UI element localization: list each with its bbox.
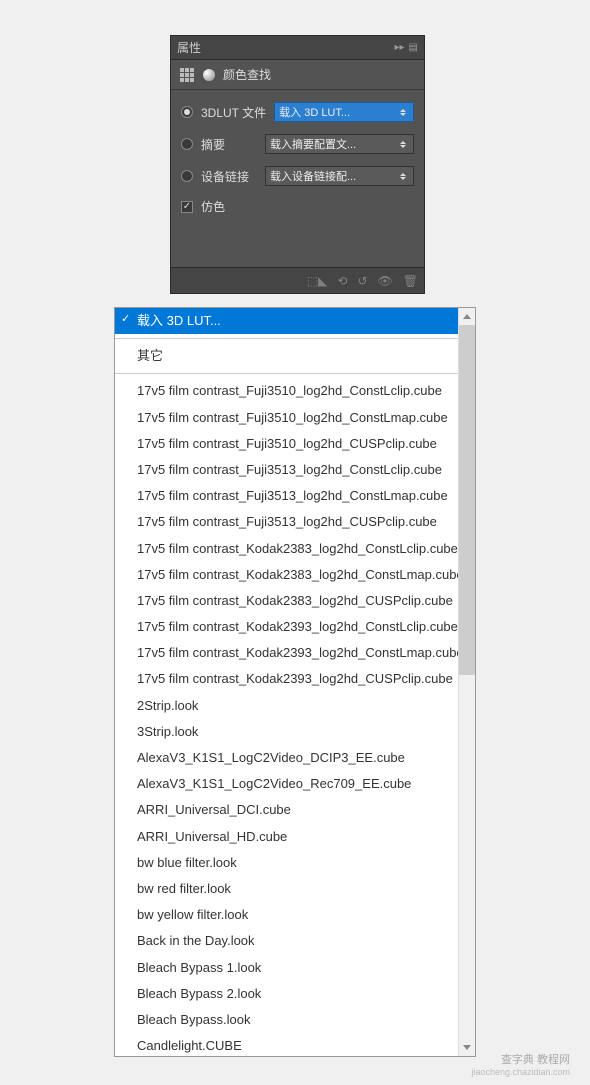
dropdown-devicelink[interactable]: 载入设备链接配... [265,166,414,186]
clip-icon[interactable]: ⬚◣ [307,274,328,288]
list-item-other[interactable]: 其它 [115,343,458,369]
list-item[interactable]: 17v5 film contrast_Kodak2383_log2hd_Cons… [115,536,458,562]
watermark: 查字典 教程网 jiaocheng.chazidian.com [471,1051,570,1077]
panel-subheader: 颜色查找 [171,60,424,90]
list-item[interactable]: bw yellow filter.look [115,902,458,928]
chevron-up-icon [463,314,471,319]
grid-icon [179,67,195,83]
list-item[interactable]: 17v5 film contrast_Kodak2393_log2hd_CUSP… [115,666,458,692]
dropdown-abstract[interactable]: 载入摘要配置文... [265,134,414,154]
chevron-updown-icon [397,141,409,148]
scroll-thumb[interactable] [459,325,475,675]
option-devicelink: 设备链接 载入设备链接配... [181,166,414,186]
list-item[interactable]: ARRI_Universal_DCI.cube [115,797,458,823]
panel-header: 属性 ▸▸ ▤ [171,36,424,60]
list-item[interactable]: AlexaV3_K1S1_LogC2Video_Rec709_EE.cube [115,771,458,797]
list-item[interactable]: Candlelight.CUBE [115,1033,458,1056]
radio-abstract[interactable] [181,138,193,150]
list-item[interactable]: Bleach Bypass.look [115,1007,458,1033]
option-3dlut: 3DLUT 文件 载入 3D LUT... [181,102,414,122]
label-dither: 仿色 [201,198,257,215]
watermark-sub: jiaocheng.chazidian.com [471,1067,570,1077]
scrollbar[interactable] [458,308,475,1056]
color-lookup-icon [201,67,217,83]
visibility-icon[interactable]: 👁 [378,274,393,288]
checkbox-dither[interactable] [181,201,193,213]
list-item[interactable]: 17v5 film contrast_Fuji3513_log2hd_CUSPc… [115,509,458,535]
list-item[interactable]: 17v5 film contrast_Kodak2393_log2hd_Cons… [115,614,458,640]
subheader-label: 颜色查找 [223,66,271,83]
list-item[interactable]: 17v5 film contrast_Fuji3510_log2hd_Const… [115,405,458,431]
radio-3dlut[interactable] [181,106,193,118]
dropdown-3dlut[interactable]: 载入 3D LUT... [274,102,414,122]
label-devicelink: 设备链接 [201,168,257,185]
list-item[interactable]: bw blue filter.look [115,850,458,876]
watermark-main: 查字典 教程网 [471,1051,570,1067]
panel-body: 3DLUT 文件 载入 3D LUT... 摘要 载入摘要配置文... 设备链接… [171,90,424,267]
label-3dlut: 3DLUT 文件 [201,104,266,121]
menu-icon[interactable]: ▤ [409,42,418,53]
list-item[interactable]: 17v5 film contrast_Fuji3510_log2hd_CUSPc… [115,431,458,457]
list-item[interactable]: Bleach Bypass 1.look [115,955,458,981]
trash-icon[interactable]: 🗑 [403,274,418,288]
chevron-updown-icon [397,173,409,180]
list-item[interactable]: 3Strip.look [115,719,458,745]
list-item[interactable]: 17v5 film contrast_Kodak2383_log2hd_CUSP… [115,588,458,614]
chevron-updown-icon [397,109,409,116]
option-abstract: 摘要 载入摘要配置文... [181,134,414,154]
list-item[interactable]: Bleach Bypass 2.look [115,981,458,1007]
list-item[interactable]: ARRI_Universal_HD.cube [115,824,458,850]
dither-option: 仿色 [181,198,414,215]
list-item[interactable]: 17v5 film contrast_Fuji3513_log2hd_Const… [115,483,458,509]
label-abstract: 摘要 [201,136,257,153]
panel-title: 属性 [177,39,395,56]
list-item[interactable]: 2Strip.look [115,693,458,719]
list-divider [115,373,458,374]
list-item-load[interactable]: 载入 3D LUT... [115,308,458,334]
link-icon[interactable]: ⟲ [337,274,347,288]
radio-devicelink[interactable] [181,170,193,182]
list-item[interactable]: 17v5 film contrast_Fuji3513_log2hd_Const… [115,457,458,483]
list-item[interactable]: AlexaV3_K1S1_LogC2Video_DCIP3_EE.cube [115,745,458,771]
lut-dropdown-list: 载入 3D LUT... 其它 17v5 film contrast_Fuji3… [114,307,476,1057]
reset-icon[interactable]: ↺ [357,274,367,288]
collapse-icon[interactable]: ▸▸ [395,42,405,53]
list-item[interactable]: 17v5 film contrast_Fuji3510_log2hd_Const… [115,378,458,404]
properties-panel: 属性 ▸▸ ▤ 颜色查找 3DLUT 文件 载入 3D LUT... 摘要 载入… [170,35,425,294]
list-item[interactable]: bw red filter.look [115,876,458,902]
scroll-up-button[interactable] [459,308,475,325]
panel-footer: ⬚◣ ⟲ ↺ 👁 🗑 [171,267,424,293]
list-item[interactable]: 17v5 film contrast_Kodak2383_log2hd_Cons… [115,562,458,588]
list-item[interactable]: Back in the Day.look [115,928,458,954]
list-content: 载入 3D LUT... 其它 17v5 film contrast_Fuji3… [115,308,458,1056]
chevron-down-icon [463,1045,471,1050]
list-divider [115,338,458,339]
list-item[interactable]: 17v5 film contrast_Kodak2393_log2hd_Cons… [115,640,458,666]
